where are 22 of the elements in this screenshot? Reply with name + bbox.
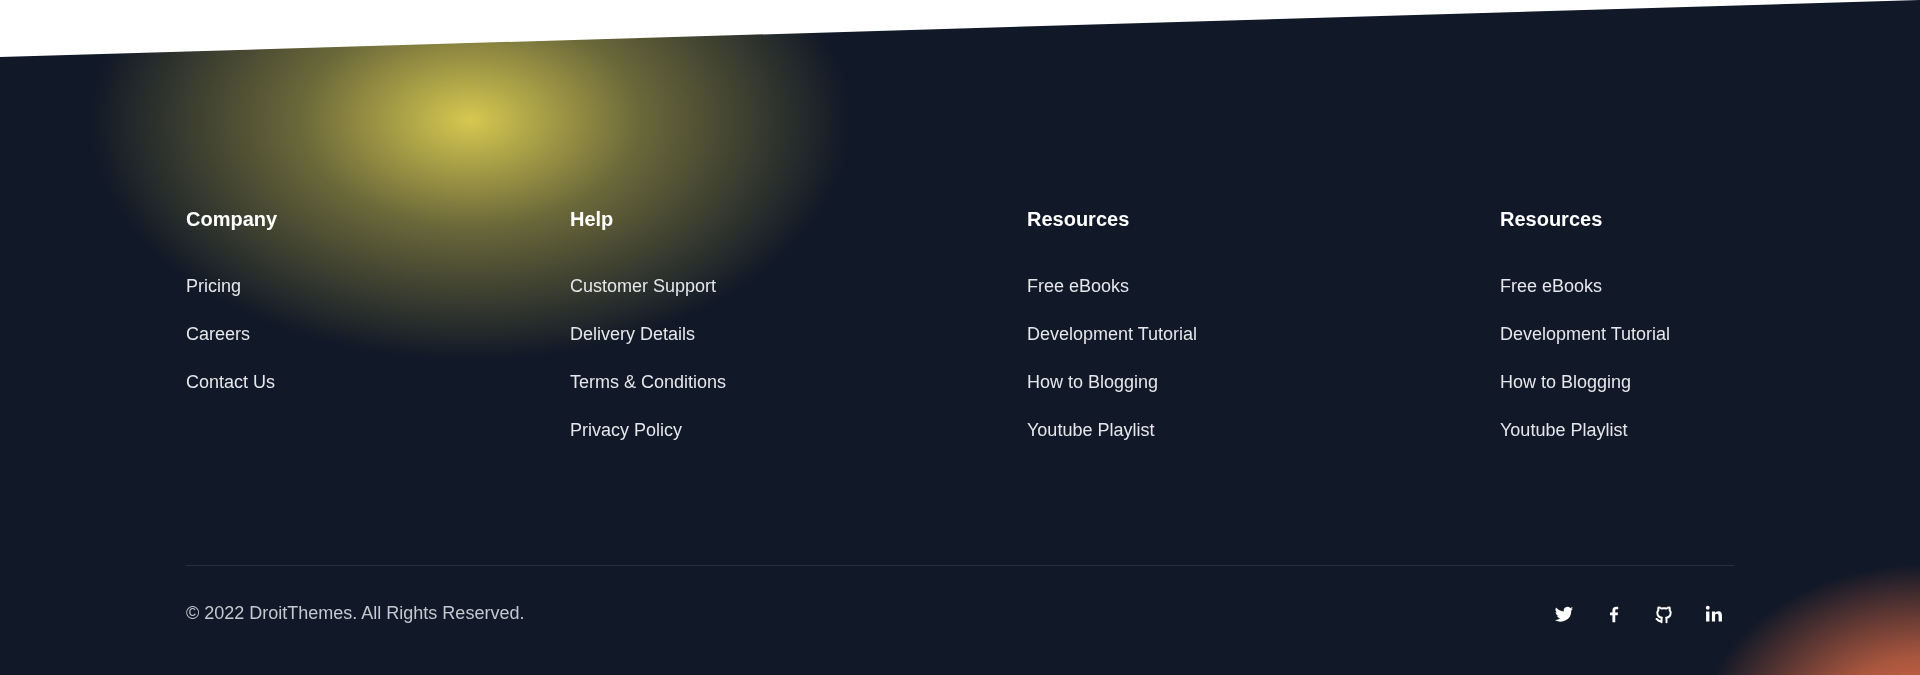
copyright-text: © 2022 DroitThemes. All Rights Reserved. [186,602,525,625]
column-heading: Resources [1027,207,1131,232]
footer-link[interactable]: Customer Support [570,274,717,298]
linkedin-icon[interactable] [1704,603,1724,624]
footer-link[interactable]: Youtube Playlist [1027,418,1155,442]
footer-link[interactable]: Privacy Policy [570,418,683,442]
footer-link[interactable]: Development Tutorial [1500,322,1671,346]
footer-link[interactable]: Pricing [186,274,242,298]
footer-link[interactable]: Delivery Details [570,322,696,346]
footer-link[interactable]: Youtube Playlist [1500,418,1628,442]
footer-link[interactable]: How to Blogging [1500,370,1632,394]
footer-link[interactable]: Careers [186,322,251,346]
footer-link[interactable]: Free eBooks [1027,274,1130,298]
column-heading: Company [186,207,279,232]
column-heading: Resources [1500,207,1604,232]
github-icon[interactable] [1654,603,1674,624]
footer-link[interactable]: Contact Us [186,370,276,394]
footer-link[interactable]: Terms & Conditions [570,370,727,394]
footer-link[interactable]: How to Blogging [1027,370,1159,394]
footer-link[interactable]: Development Tutorial [1027,322,1198,346]
footer-link[interactable]: Free eBooks [1500,274,1603,298]
column-heading: Help [570,207,615,232]
